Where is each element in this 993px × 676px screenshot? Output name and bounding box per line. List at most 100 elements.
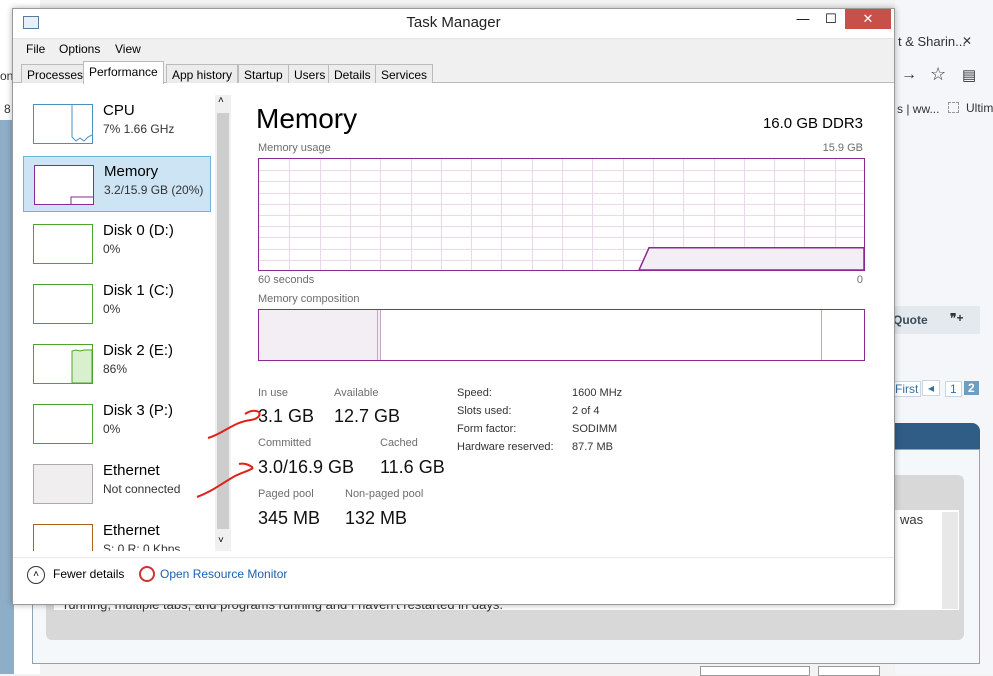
resource-status: 3.2/15.9 GB (20%) xyxy=(104,183,204,197)
tab-startup[interactable]: Startup xyxy=(238,64,289,83)
non-paged-pool-value: 132 MB xyxy=(345,508,408,528)
page-1[interactable]: 1 xyxy=(945,381,962,397)
task-manager-window: Task Manager — ☐ ✕ File Options View Pro… xyxy=(12,8,895,605)
composition-label: Memory composition xyxy=(258,293,360,305)
resource-list: CPU 7% 1.66 GHz Memory 3.2/15.9 GB (20%)… xyxy=(13,95,215,551)
sidebar-item-disk-1-c[interactable]: Disk 1 (C:) 0% xyxy=(23,276,211,332)
tab-users[interactable]: Users xyxy=(288,64,332,83)
available-label: Available xyxy=(334,387,379,399)
sidebar-item-disk-2-e[interactable]: Disk 2 (E:) 86% xyxy=(23,336,211,392)
sidebar-item-disk-0-d[interactable]: Disk 0 (D:) 0% xyxy=(23,216,211,272)
tab-app-history[interactable]: App history xyxy=(166,64,239,83)
tab-processes[interactable]: Processes xyxy=(21,64,90,83)
resource-status: 0% xyxy=(103,242,121,256)
spec-value: 2 of 4 xyxy=(572,405,600,417)
resource-monitor-icon xyxy=(139,566,155,582)
resource-status: 0% xyxy=(103,422,121,436)
composition-modified[interactable] xyxy=(378,310,381,360)
composition-divider xyxy=(821,310,822,360)
maximize-button[interactable]: ☐ xyxy=(817,9,845,29)
resource-status: S: 0 R: 0 Kbps xyxy=(103,542,181,551)
bookmark-folder-icon xyxy=(948,102,959,113)
scroll-down-icon[interactable]: ˅ xyxy=(218,535,224,546)
memory-usage-max: 15.9 GB xyxy=(822,142,863,154)
resource-name: CPU xyxy=(103,102,135,119)
window-title: Task Manager xyxy=(406,14,501,31)
cached-label: Cached xyxy=(380,437,418,449)
sidebar-item-ethernet[interactable]: Ethernet S: 0 R: 0 Kbps xyxy=(23,516,211,551)
spec-value: 1600 MHz xyxy=(572,387,623,399)
bookmark[interactable]: s | ww... xyxy=(897,102,939,116)
prev-page-icon[interactable]: ◂ xyxy=(922,380,941,396)
tab-close-icon[interactable]: ✕ xyxy=(962,34,972,48)
close-button[interactable]: ✕ xyxy=(845,9,891,29)
fewer-details-button[interactable]: Fewer details xyxy=(53,567,124,581)
tab-performance[interactable]: Performance xyxy=(83,61,164,84)
menu-options[interactable]: Options xyxy=(59,42,100,56)
resource-thumbnail xyxy=(33,524,93,551)
sidebar-item-memory[interactable]: Memory 3.2/15.9 GB (20%) xyxy=(23,156,211,212)
page-title: Memory xyxy=(256,103,358,134)
footer-divider xyxy=(13,557,894,558)
sidebar-item-ethernet[interactable]: Ethernet Not connected xyxy=(23,456,211,512)
bg-button[interactable] xyxy=(700,666,810,676)
browser-tab[interactable]: t & Sharin... xyxy=(898,34,966,49)
resource-thumbnail xyxy=(33,104,93,144)
resource-thumbnail xyxy=(33,404,93,444)
available-value: 12.7 GB xyxy=(334,406,401,426)
memory-composition-bar xyxy=(258,309,865,361)
menu-file[interactable]: File xyxy=(26,42,45,56)
non-paged-pool-label: Non-paged pool xyxy=(345,488,424,500)
composition-in-use[interactable] xyxy=(259,310,378,360)
resource-status: 7% 1.66 GHz xyxy=(103,122,175,136)
scroll-up-icon[interactable]: ˄ xyxy=(218,95,224,106)
title-bar[interactable]: Task Manager — ☐ ✕ xyxy=(13,9,894,38)
first-page-link[interactable]: First xyxy=(892,381,922,397)
memory-usage-label: Memory usage xyxy=(258,142,331,154)
menu-bar: File Options View xyxy=(13,38,894,60)
menu-view[interactable]: View xyxy=(115,42,141,56)
quote-button[interactable]: Quote xyxy=(893,313,928,327)
editor-scrollbar[interactable] xyxy=(942,512,958,609)
resource-name: Ethernet xyxy=(103,522,160,539)
resource-status: 86% xyxy=(103,362,128,376)
open-resource-monitor-link[interactable]: Open Resource Monitor xyxy=(160,567,287,581)
memory-usage-chart xyxy=(258,158,865,271)
bookmark[interactable]: Ultim xyxy=(966,101,993,115)
resource-name: Disk 0 (D:) xyxy=(103,222,174,239)
resource-thumbnail xyxy=(34,165,94,205)
tab-bar: Processes Performance App history Startu… xyxy=(13,60,894,84)
spec-label: Form factor: xyxy=(457,423,517,435)
resource-thumbnail xyxy=(33,284,93,324)
page-2[interactable]: 2 xyxy=(964,381,979,395)
resource-name: Disk 3 (P:) xyxy=(103,402,174,419)
star-icon[interactable]: ☆ xyxy=(930,64,946,85)
resource-name: Ethernet xyxy=(103,462,160,479)
forward-icon[interactable]: → xyxy=(901,66,917,84)
spec-label: Slots used: xyxy=(457,405,512,417)
bg-button[interactable] xyxy=(818,666,880,676)
tab-details[interactable]: Details xyxy=(328,64,377,83)
sidebar-item-cpu[interactable]: CPU 7% 1.66 GHz xyxy=(23,96,211,152)
minimize-button[interactable]: — xyxy=(789,9,817,29)
resource-status: Not connected xyxy=(103,482,181,496)
editor-text: was xyxy=(900,512,924,527)
resource-thumbnail xyxy=(33,344,93,384)
multiquote-icon[interactable]: ❞+ xyxy=(950,311,963,325)
spec-label: Speed: xyxy=(457,387,492,399)
resource-status: 0% xyxy=(103,302,121,316)
bg-fragment: 8 xyxy=(4,102,11,116)
reply-header xyxy=(895,423,980,449)
reader-icon[interactable]: ▤ xyxy=(962,66,976,84)
tab-services[interactable]: Services xyxy=(375,64,434,83)
spec-value: 87.7 MB xyxy=(572,441,613,453)
paged-pool-value: 345 MB xyxy=(258,508,321,528)
memory-usage-line xyxy=(638,247,864,270)
chevron-up-icon[interactable]: ˄ xyxy=(27,566,45,584)
sidebar-item-disk-3-p[interactable]: Disk 3 (P:) 0% xyxy=(23,396,211,452)
resource-thumbnail xyxy=(33,224,93,264)
red-annotation-arrows xyxy=(196,409,261,498)
resource-name: Disk 2 (E:) xyxy=(103,342,174,359)
spec-value: SODIMM xyxy=(572,423,618,435)
resource-name: Disk 1 (C:) xyxy=(103,282,174,299)
